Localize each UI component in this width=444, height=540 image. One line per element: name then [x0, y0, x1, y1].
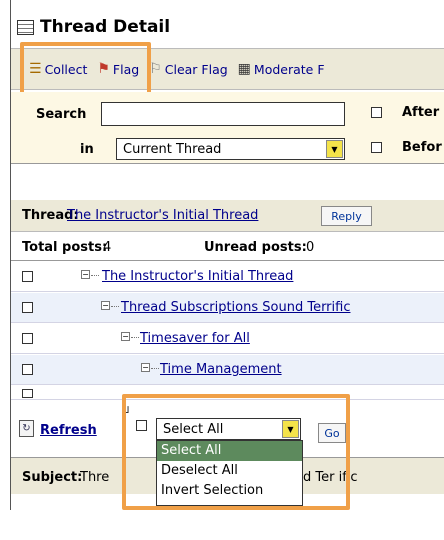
- collapse-icon[interactable]: −: [121, 332, 130, 341]
- clear-flag-label: Clear Flag: [164, 61, 228, 77]
- collect-highlight-box: [20, 42, 151, 98]
- subject-label: Subject:: [22, 470, 83, 485]
- reply-button[interactable]: Reply: [321, 206, 372, 226]
- tree-connector: [111, 306, 119, 307]
- moderate-icon: ▦: [237, 61, 251, 77]
- after-label: After: [402, 105, 440, 120]
- collapse-icon[interactable]: −: [141, 363, 150, 372]
- collapse-icon[interactable]: −: [101, 301, 110, 310]
- tree-connector: [151, 368, 159, 369]
- post-checkbox[interactable]: [22, 389, 33, 398]
- page-title: Thread Detail: [40, 17, 171, 37]
- table-icon: [17, 19, 34, 35]
- moderate-label: Moderate F: [253, 61, 325, 77]
- tree-connector: [91, 275, 99, 276]
- subject-text-start: Thre: [80, 470, 110, 485]
- title-bar: Thread Detail: [11, 10, 444, 44]
- clear-flag-icon: ⚐: [149, 61, 162, 77]
- search-input[interactable]: [101, 102, 345, 126]
- before-label: Befor: [402, 140, 442, 155]
- bulk-select-highlight-box: [122, 394, 350, 510]
- post-checkbox[interactable]: [22, 364, 33, 375]
- collapse-icon[interactable]: −: [81, 270, 90, 279]
- moderate-button[interactable]: ▦ Moderate F: [238, 61, 325, 77]
- search-scope-select[interactable]: Current Thread ▼: [116, 138, 345, 160]
- search-scope-label: in: [80, 142, 94, 157]
- clear-flag-button[interactable]: ⚐ Clear Flag: [149, 61, 227, 77]
- refresh-icon[interactable]: ↻: [19, 420, 34, 437]
- post-link[interactable]: The Instructor's Initial Thread: [102, 269, 293, 284]
- post-link[interactable]: Timesaver for All: [140, 331, 250, 346]
- unread-posts-value: 0: [306, 240, 315, 255]
- post-link[interactable]: Thread Subscriptions Sound Terrific: [121, 300, 350, 315]
- search-scope-value: Current Thread: [123, 141, 222, 157]
- total-posts-label: Total posts:: [22, 240, 108, 255]
- before-checkbox[interactable]: [371, 142, 382, 153]
- post-checkbox[interactable]: [22, 302, 33, 313]
- chevron-down-icon[interactable]: ▼: [326, 140, 343, 158]
- search-label: Search: [36, 107, 87, 122]
- after-checkbox[interactable]: [371, 107, 382, 118]
- total-posts-value: 4: [103, 240, 112, 255]
- unread-posts-label: Unread posts:: [204, 240, 307, 255]
- post-checkbox[interactable]: [22, 333, 33, 344]
- tree-connector: [131, 337, 139, 338]
- refresh-link[interactable]: Refresh: [40, 423, 97, 438]
- post-link[interactable]: Time Management: [160, 362, 282, 377]
- post-checkbox[interactable]: [22, 271, 33, 282]
- thread-title-link[interactable]: The Instructor's Initial Thread: [67, 208, 258, 223]
